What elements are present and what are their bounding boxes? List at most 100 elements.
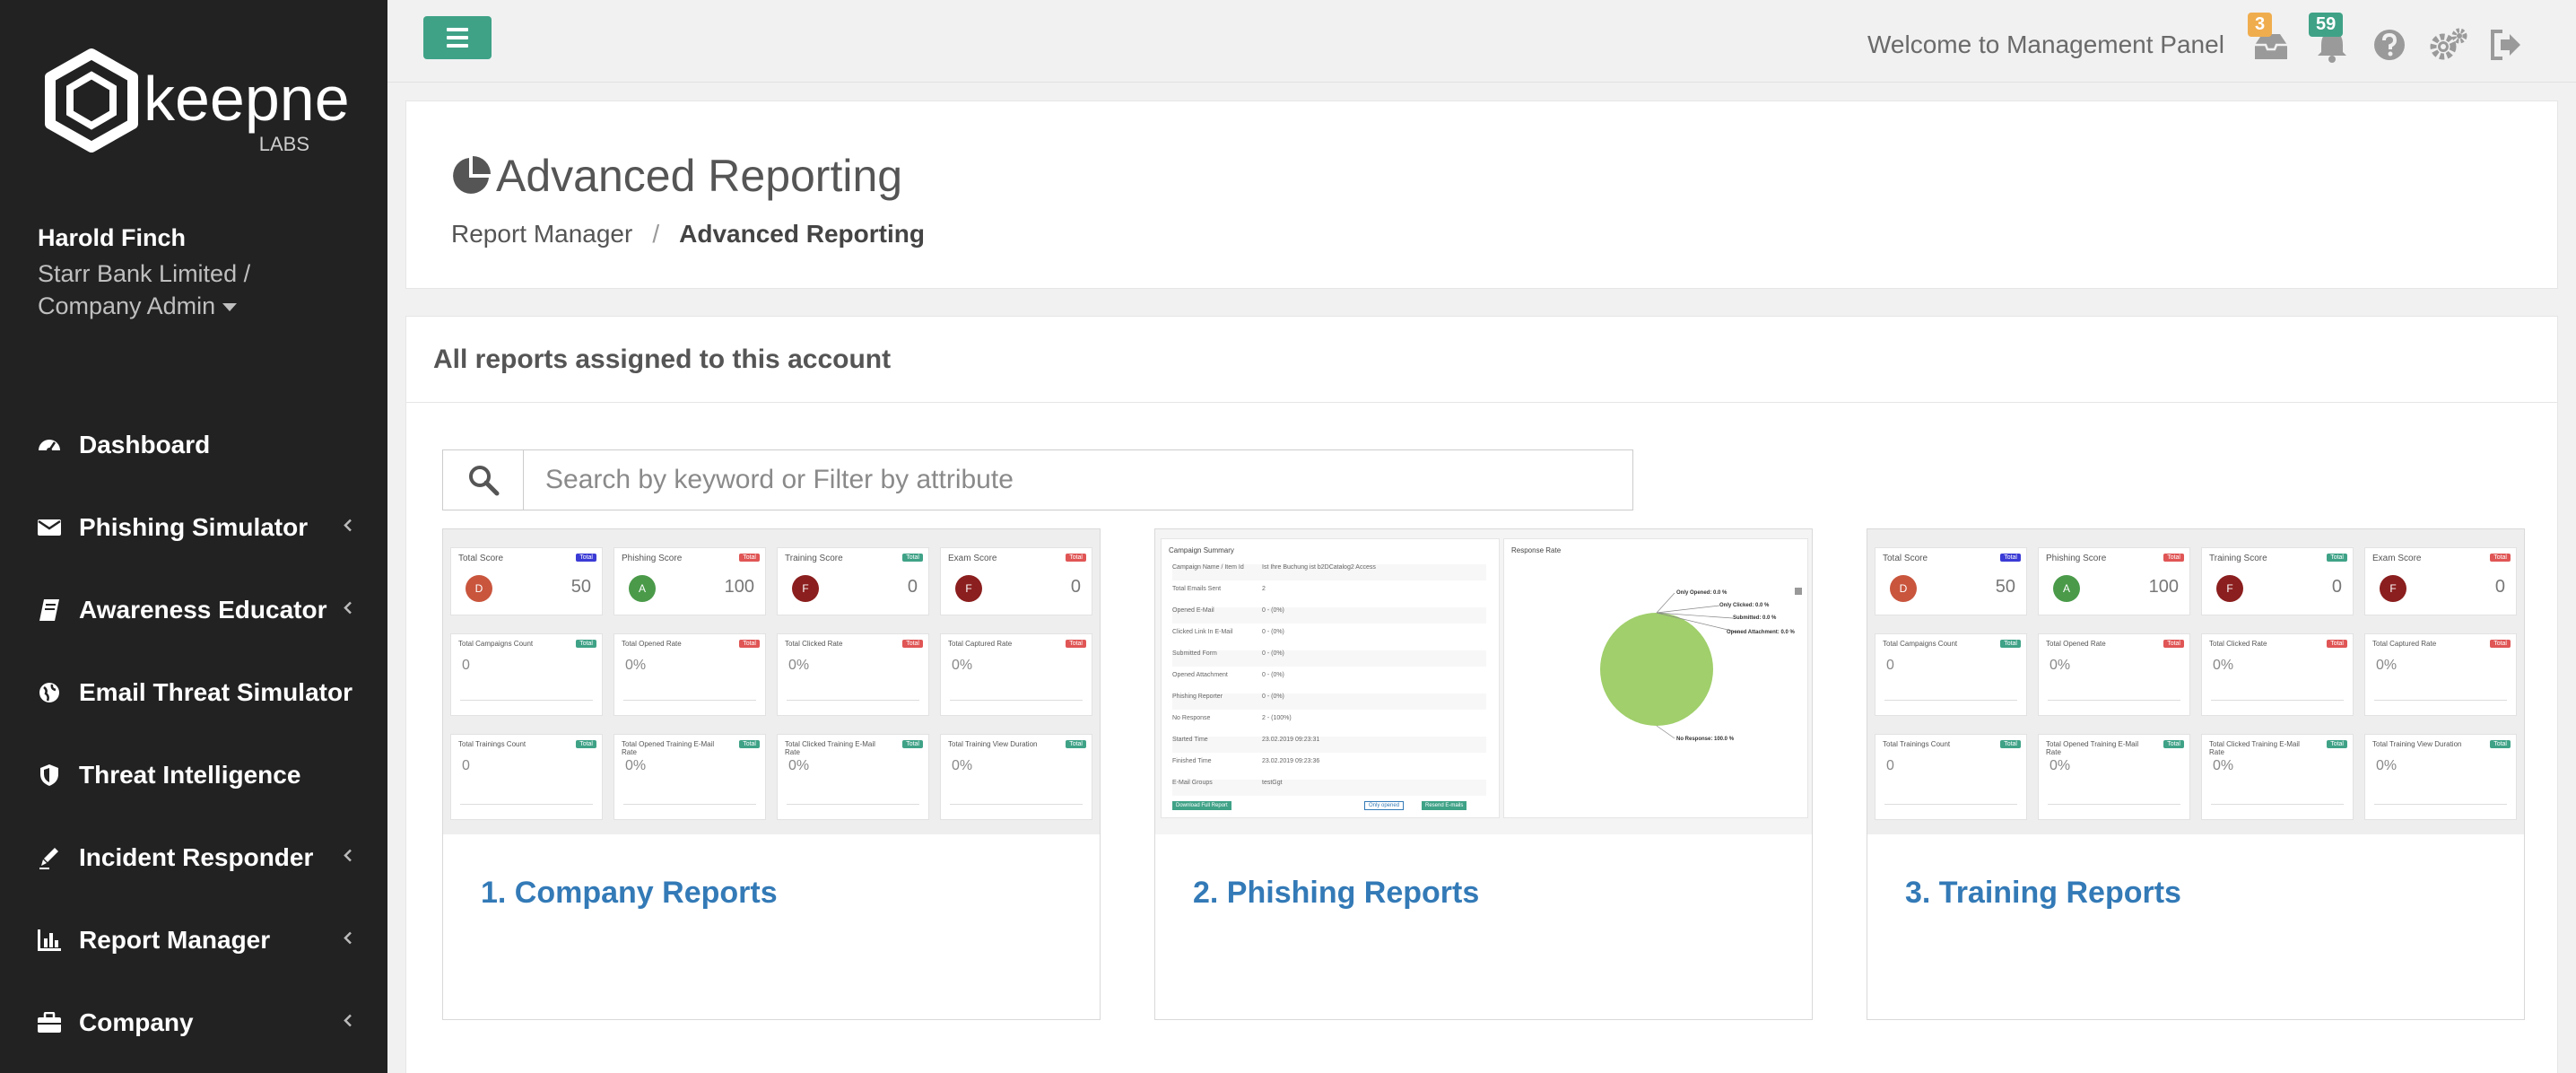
sidebar-item-label: Phishing Simulator	[79, 513, 309, 541]
user-role-dropdown[interactable]: Company Admin	[38, 290, 250, 322]
rate-value: 0%	[2376, 758, 2398, 773]
download-report-button: Download Full Report	[1172, 801, 1231, 810]
rate-tile: Total Campaigns Count Total 0	[1875, 633, 2027, 716]
pen-icon	[36, 844, 63, 871]
report-card-training[interactable]: Total Score Total D 50 Phishing Score Tot…	[1867, 528, 2525, 1020]
hamburger-icon	[447, 28, 468, 31]
search-bar	[442, 449, 1633, 510]
score-value: 0	[1070, 577, 1081, 597]
rate-divider	[787, 804, 919, 805]
sidebar-item-email-threat-simulator[interactable]: Email Threat Simulator	[0, 651, 387, 734]
rate-tile: Total Training View Duration Total 0%	[2364, 734, 2517, 820]
score-value: 100	[724, 577, 754, 597]
help-button[interactable]	[2371, 27, 2407, 63]
rate-value: 0	[462, 658, 470, 673]
sidebar: keepnet LABS Harold Finch Starr Bank Lim…	[0, 0, 387, 1073]
welcome-text: Welcome to Management Panel	[1867, 31, 2224, 58]
summary-value: Ist Ihre Buchung ist b2DCatalog2 Access	[1262, 564, 1376, 571]
score-value: 100	[2148, 577, 2179, 597]
sidebar-item-threat-intelligence[interactable]: Threat Intelligence	[0, 734, 387, 816]
report-card-title[interactable]: 1. Company Reports	[481, 876, 778, 911]
summary-key: Phishing Reporter	[1172, 694, 1223, 700]
report-card-phishing[interactable]: Campaign Summary Campaign Name / Item Id…	[1154, 528, 1813, 1020]
mail-button[interactable]: 3	[2248, 13, 2289, 63]
rate-label: Total Opened Training E-Mail Rate	[2046, 740, 2139, 756]
score-label: Total Score	[1883, 554, 1928, 563]
summary-value: 0 - (0%)	[1262, 672, 1284, 678]
rate-tag: Total	[739, 640, 760, 648]
score-tile: Total Score Total D 50	[1875, 547, 2027, 615]
rate-tile: Total Clicked Rate Total 0%	[777, 633, 929, 716]
legend-opened-attachment: Opened Attachment: 0.0 %	[1727, 630, 1795, 635]
rate-label: Total Campaigns Count	[458, 640, 534, 648]
score-label: Total Score	[458, 554, 504, 563]
rate-value: 0%	[952, 658, 973, 673]
score-value: 50	[570, 577, 591, 597]
response-filter-select: Only opened	[1364, 801, 1405, 810]
report-card-company[interactable]: Total Score Total D 50 Phishing Score Tot…	[442, 528, 1101, 1020]
company-report-preview: Total Score Total D 50 Phishing Score Tot…	[443, 529, 1100, 834]
rate-tag: Total	[2000, 640, 2021, 648]
sidebar-item-report-manager[interactable]: Report Manager	[0, 899, 387, 981]
menu-toggle-button[interactable]	[423, 16, 492, 59]
keepnet-logo[interactable]: keepnet LABS	[36, 47, 367, 163]
summary-row: Finished Time 23.02.2019 09:23:36	[1172, 758, 1486, 774]
notification-count-badge: 59	[2309, 13, 2344, 37]
rate-tag: Total	[2490, 740, 2511, 748]
search-input[interactable]	[523, 449, 1633, 510]
rate-label: Total Training View Duration	[948, 740, 1038, 748]
rate-tile: Total Clicked Training E-Mail Rate Total…	[777, 734, 929, 820]
notifications-button[interactable]: 59	[2309, 13, 2350, 63]
gears-icon	[2430, 28, 2467, 60]
search-button[interactable]	[442, 449, 523, 510]
rate-tile: Total Trainings Count Total 0	[1875, 734, 2027, 820]
rate-tile: Total Campaigns Count Total 0	[450, 633, 603, 716]
score-tile: Exam Score Total F 0	[2364, 547, 2517, 615]
sidebar-item-company[interactable]: Company	[0, 981, 387, 1064]
rate-tile: Total Opened Training E-Mail Rate Total …	[614, 734, 766, 820]
score-tile: Exam Score Total F 0	[940, 547, 1092, 615]
summary-row: Total Emails Sent 2	[1172, 586, 1486, 602]
summary-key: Total Emails Sent	[1172, 586, 1222, 592]
score-label: Phishing Score	[622, 554, 683, 563]
summary-value: 23.02.2019 09:23:31	[1262, 737, 1320, 743]
score-label: Exam Score	[2372, 554, 2422, 563]
summary-value: 0 - (0%)	[1262, 607, 1284, 614]
logout-button[interactable]	[2488, 27, 2524, 63]
settings-button[interactable]	[2429, 27, 2467, 63]
score-label: Exam Score	[948, 554, 997, 563]
rate-label: Total Clicked Training E-Mail Rate	[785, 740, 875, 756]
rate-value: 0%	[2049, 658, 2071, 673]
rate-tag: Total	[739, 740, 760, 748]
campaign-summary-box: Campaign Summary Campaign Name / Item Id…	[1161, 538, 1500, 818]
rate-divider	[460, 700, 593, 701]
score-tag: Total	[1066, 554, 1086, 562]
rate-label: Total Campaigns Count	[1883, 640, 1958, 648]
response-rate-box: Response Rate Only Opened: 0.0 % Only Cl…	[1503, 538, 1808, 818]
chevron-left-icon	[343, 849, 353, 868]
globe-icon	[36, 679, 63, 706]
rate-tile: Total Clicked Training E-Mail Rate Total…	[2201, 734, 2354, 820]
sidebar-item-awareness-educator[interactable]: Awareness Educator	[0, 569, 387, 651]
rate-tag: Total	[2163, 740, 2184, 748]
sidebar-item-dashboard[interactable]: Dashboard	[0, 404, 387, 486]
rate-label: Total Opened Rate	[2046, 640, 2106, 648]
rate-tile: Total Training View Duration Total 0%	[940, 734, 1092, 820]
page-title: Advanced Reporting	[449, 150, 902, 202]
report-card-title[interactable]: 2. Phishing Reports	[1193, 876, 1479, 911]
sidebar-item-incident-responder[interactable]: Incident Responder	[0, 816, 387, 899]
summary-key: Opened Attachment	[1172, 672, 1228, 678]
question-icon	[2374, 30, 2405, 60]
score-label: Training Score	[2209, 554, 2267, 563]
rate-divider	[950, 804, 1083, 805]
breadcrumb-separator: /	[652, 220, 660, 248]
sidebar-item-phishing-simulator[interactable]: Phishing Simulator	[0, 486, 387, 569]
report-card-title[interactable]: 3. Training Reports	[1905, 876, 2181, 911]
rate-tag: Total	[2327, 740, 2347, 748]
breadcrumb-item-report-manager[interactable]: Report Manager	[451, 220, 632, 249]
briefcase-icon	[36, 1009, 63, 1036]
summary-value: 0 - (0%)	[1262, 650, 1284, 657]
rate-tag: Total	[1066, 740, 1086, 748]
user-block: Harold Finch Starr Bank Limited / Compan…	[38, 224, 250, 322]
rate-divider	[787, 700, 919, 701]
